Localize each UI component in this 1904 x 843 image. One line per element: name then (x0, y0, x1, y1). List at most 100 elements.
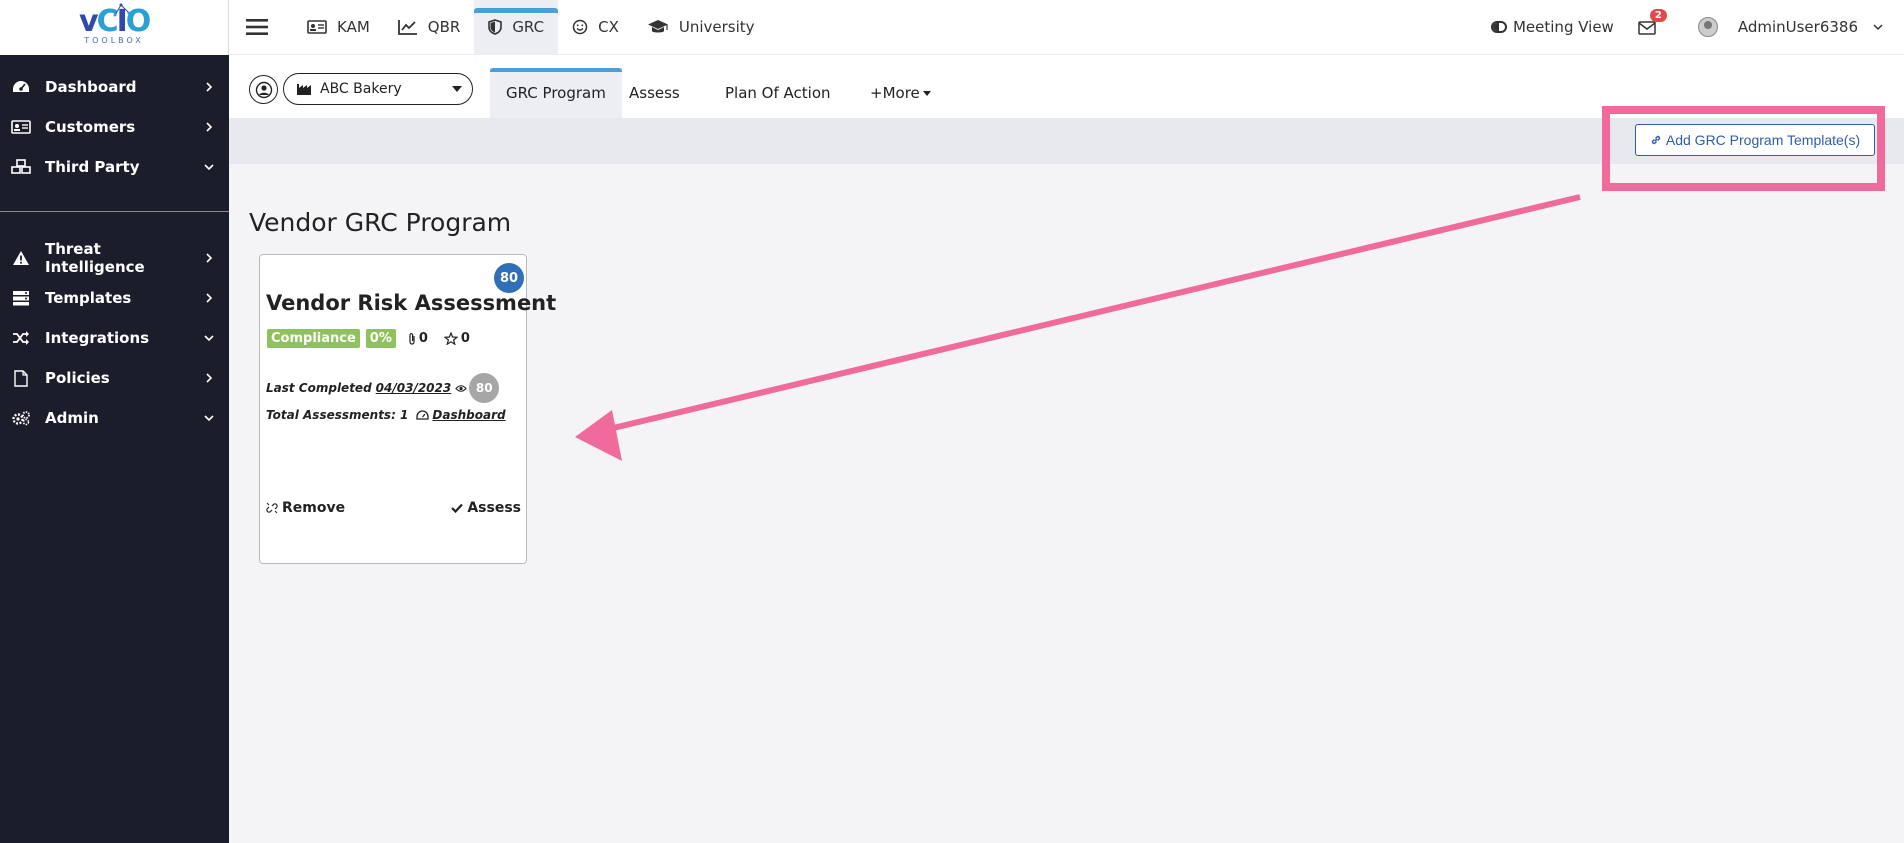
remove-button[interactable]: Remove (266, 500, 345, 516)
vcio-logo[interactable]: vCIO TOOLBOX (79, 3, 151, 51)
server-icon (10, 289, 32, 307)
chevron-right-icon (206, 122, 213, 132)
tab-label: CX (598, 18, 619, 36)
toggle-icon (1490, 21, 1507, 33)
logo-subtext: TOOLBOX (84, 35, 144, 45)
star-count-value: 0 (460, 331, 470, 346)
logo-area: vCIO TOOLBOX (0, 0, 229, 55)
chevron-down-icon (1873, 24, 1883, 31)
caret-down-icon (922, 90, 931, 96)
avatar (1697, 17, 1718, 37)
star-icon (443, 332, 458, 345)
smile-icon (572, 19, 588, 35)
total-assessments: Total Assessments: 1 Dashboard (266, 408, 506, 422)
grc-program-card: 80 Vendor Risk Assessment Compliance 0% … (259, 254, 556, 564)
line-chart-icon (397, 20, 417, 35)
topbar: KAM QBR GRC CX University Meeting View 2… (229, 0, 1904, 55)
assess-button[interactable]: Assess (451, 500, 521, 516)
last-completed-date-link[interactable]: 04/03/2023 (376, 381, 452, 395)
sidebar: vCIO TOOLBOX Dashboard Customers Third P… (0, 0, 229, 843)
sidebar-item-dashboard[interactable]: Dashboard (0, 67, 229, 107)
last-completed-label: Last Completed (266, 381, 372, 395)
tab-label: GRC (512, 18, 545, 36)
sidebar-item-label: Customers (45, 118, 136, 136)
dashboard-link-label: Dashboard (432, 408, 506, 422)
mail-button[interactable]: 2 (1638, 9, 1667, 37)
percent-chip: 0% (365, 329, 396, 348)
id-card-icon (307, 20, 327, 34)
shuffle-icon (10, 329, 32, 347)
chevron-down-icon (204, 415, 214, 422)
tab-more-label: +More (870, 84, 920, 102)
customer-user-button[interactable] (249, 75, 278, 104)
chevron-right-icon (206, 293, 213, 303)
menu-toggle-button[interactable] (231, 0, 283, 55)
tab-qbr[interactable]: QBR (384, 0, 475, 55)
dashboard-link[interactable]: Dashboard (416, 408, 506, 422)
tab-assess[interactable]: Assess (613, 68, 696, 118)
paperclip-icon (409, 333, 415, 345)
graduation-cap-icon (647, 20, 668, 33)
meeting-view-label: Meeting View (1512, 18, 1614, 36)
chevron-down-icon (204, 335, 214, 342)
meeting-view-toggle[interactable]: Meeting View (1490, 18, 1614, 36)
annotation-highlight-box (1602, 106, 1885, 191)
dashboard-icon (10, 78, 32, 96)
hamburger-icon (246, 19, 268, 35)
sidebar-item-third-party[interactable]: Third Party (0, 147, 229, 187)
sidebar-item-policies[interactable]: Policies (0, 358, 229, 398)
tab-label: University (678, 18, 755, 36)
username: AdminUser6386 (1737, 18, 1858, 36)
sidebar-divider (0, 211, 229, 212)
sidebar-item-label: Dashboard (45, 78, 137, 96)
card-chips: Compliance 0% 0 0 (267, 329, 480, 348)
sidebar-item-integrations[interactable]: Integrations (0, 318, 229, 358)
sidebar-nav-primary: Dashboard Customers Third Party (0, 67, 229, 187)
cubes-icon (10, 158, 32, 176)
user-menu[interactable]: AdminUser6386 (1697, 17, 1884, 37)
chevron-right-icon (206, 82, 213, 92)
tab-cx[interactable]: CX (558, 0, 633, 55)
logo-antenna-icon (113, 3, 131, 16)
sidebar-nav-secondary: Threat Intelligence Templates Integratio… (0, 238, 229, 438)
attachment-count: 0 (408, 331, 428, 346)
gears-icon (10, 409, 32, 427)
customer-select[interactable]: ABC Bakery (283, 73, 473, 105)
remove-label: Remove (282, 500, 346, 516)
card-title: Vendor Risk Assessment (266, 291, 557, 315)
sidebar-item-label: Threat Intelligence (45, 240, 145, 276)
eye-icon[interactable] (455, 384, 467, 393)
sidebar-item-label: Integrations (45, 329, 150, 347)
file-icon (10, 369, 32, 387)
chevron-right-icon (206, 253, 213, 263)
score-badge: 80 (494, 263, 524, 293)
id-card-icon (10, 118, 32, 136)
topbar-right: Meeting View 2 AdminUser6386 (1490, 0, 1904, 55)
unlink-icon (266, 502, 278, 514)
check-icon (451, 503, 464, 513)
sidebar-item-label: Third Party (45, 158, 140, 176)
sidebar-item-threat-intelligence[interactable]: Threat Intelligence (0, 238, 229, 278)
tab-university[interactable]: University (633, 0, 769, 55)
chevron-down-icon (204, 164, 214, 171)
tab-label: QBR (427, 18, 461, 36)
last-score-badge: 80 (469, 373, 500, 403)
dashboard-icon (416, 409, 430, 420)
shield-icon (488, 19, 503, 35)
envelope-icon (1638, 21, 1656, 35)
sidebar-item-admin[interactable]: Admin (0, 398, 229, 438)
compliance-chip: Compliance (267, 329, 360, 348)
tab-grc[interactable]: GRC (474, 0, 559, 55)
page-title: Vendor GRC Program (249, 208, 512, 237)
sidebar-item-customers[interactable]: Customers (0, 107, 229, 147)
tab-kam[interactable]: KAM (293, 0, 384, 55)
tab-plan-of-action[interactable]: Plan Of Action (709, 68, 847, 118)
tab-more[interactable]: +More (854, 68, 947, 118)
chevron-right-icon (206, 373, 213, 383)
sidebar-item-label: Admin (45, 409, 99, 427)
warning-icon (10, 249, 32, 267)
tab-grc-program[interactable]: GRC Program (490, 68, 622, 118)
sidebar-item-templates[interactable]: Templates (0, 278, 229, 318)
customer-select-value: ABC Bakery (320, 81, 402, 97)
factory-icon (297, 84, 311, 95)
